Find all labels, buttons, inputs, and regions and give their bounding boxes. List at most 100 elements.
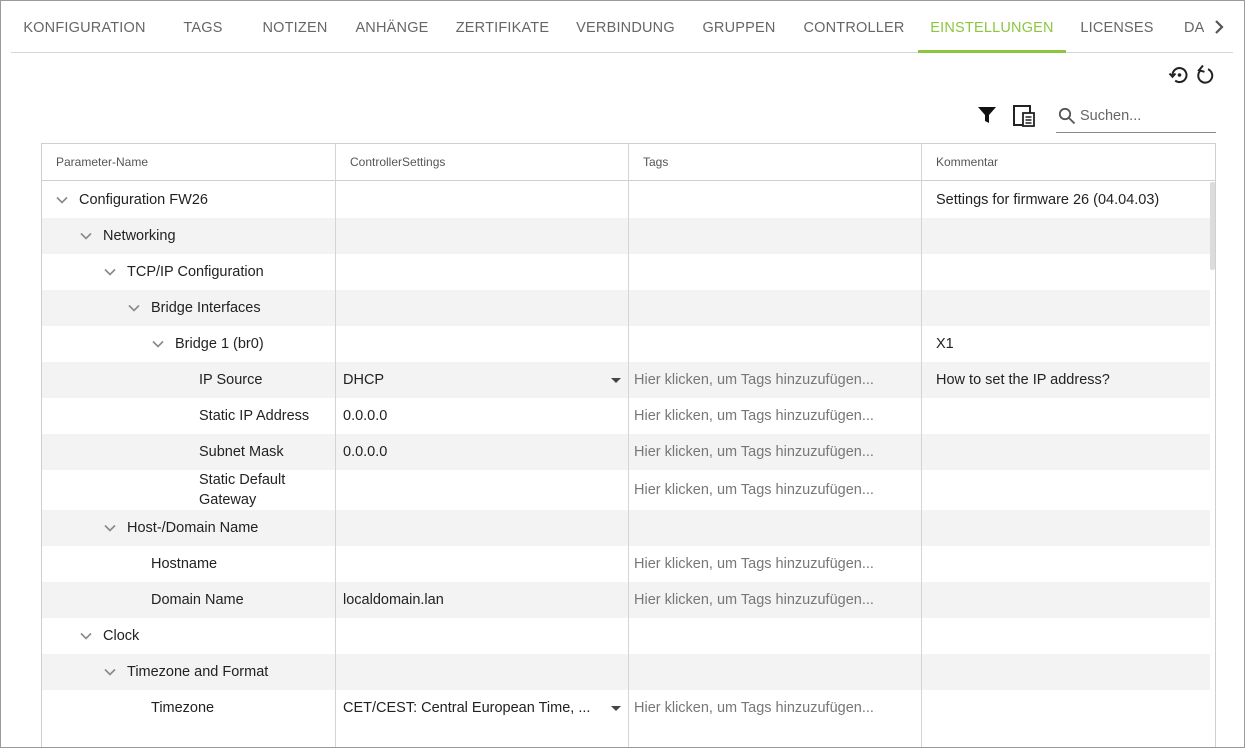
tab-notizen[interactable]: NOTIZEN <box>248 1 342 53</box>
tab-zertifikate[interactable]: ZERTIFIKATE <box>442 1 563 53</box>
tab-da[interactable]: DA <box>1168 1 1204 53</box>
settings-panel: KONFIGURATION TAGS NOTIZEN ANHÄNGE ZERTI… <box>0 0 1245 748</box>
tab-verbindung[interactable]: VERBINDUNG <box>563 1 688 53</box>
add-tags-placeholder[interactable]: Hier klicken, um Tags hinzuzufügen... <box>634 592 874 608</box>
tab-controller[interactable]: CONTROLLER <box>790 1 918 53</box>
comment-cell[interactable] <box>922 290 1210 326</box>
tab-anhaenge[interactable]: ANHÄNGE <box>342 1 442 53</box>
table-row[interactable]: Bridge 1 (br0) X1 <box>42 326 1210 362</box>
table-row[interactable]: Bridge Interfaces <box>42 290 1210 326</box>
table-row[interactable]: Host-/Domain Name <box>42 510 1210 546</box>
parameter-name-cell: IP Source <box>42 362 336 398</box>
expand-chevron-icon[interactable] <box>103 667 117 677</box>
controller-settings-cell[interactable]: 0.0.0.0 <box>336 398 629 434</box>
comment-cell[interactable] <box>922 398 1210 434</box>
dropdown-arrow-icon[interactable] <box>609 375 623 385</box>
comment-cell[interactable] <box>922 434 1210 470</box>
expand-chevron-icon[interactable] <box>79 231 93 241</box>
parameter-name: Static Default Gateway <box>199 472 286 508</box>
tab-licenses[interactable]: LICENSES <box>1066 1 1168 53</box>
table-row[interactable]: TCP/IP Configuration <box>42 254 1210 290</box>
comment-cell[interactable] <box>922 254 1210 290</box>
table-row[interactable]: Timezone and Format <box>42 654 1210 690</box>
comment-cell[interactable] <box>922 654 1210 690</box>
expand-chevron-icon[interactable] <box>127 303 141 313</box>
tags-cell[interactable]: Hier klicken, um Tags hinzuzufügen... <box>629 398 922 434</box>
reset-button[interactable] <box>1193 63 1215 87</box>
table-row[interactable]: Timezone CET/CEST: Central European Time,… <box>42 690 1210 726</box>
comment-cell[interactable]: X1 <box>922 326 1210 362</box>
table-row[interactable]: Subnet Mask 0.0.0.0 Hier klicken, um Tags … <box>42 434 1210 470</box>
parameter-name-cell: Hostname <box>42 546 336 582</box>
controller-settings-cell[interactable] <box>336 470 629 510</box>
tags-cell[interactable]: Hier klicken, um Tags hinzuzufügen... <box>629 690 922 726</box>
comment-cell[interactable] <box>922 470 1210 510</box>
table-row[interactable]: Clock <box>42 618 1210 654</box>
table-row[interactable]: IP Source DHCP Hier klicken, um Tags hinzu… <box>42 362 1210 398</box>
table-row[interactable]: Networking <box>42 218 1210 254</box>
parameter-name-cell: Bridge 1 (br0) <box>42 326 336 362</box>
expand-chevron-icon[interactable] <box>55 195 69 205</box>
parameter-name-cell: Configuration FW26 <box>42 182 336 218</box>
column-header-kommentar[interactable]: Kommentar <box>922 144 1210 181</box>
comment-cell[interactable] <box>922 582 1210 618</box>
tags-cell[interactable]: Hier klicken, um Tags hinzuzufügen... <box>629 434 922 470</box>
comment-cell[interactable]: How to set the IP address? <box>922 362 1210 398</box>
controller-settings-cell[interactable]: localdomain.lan <box>336 582 629 618</box>
parameter-name-cell: Clock <box>42 618 336 654</box>
controller-settings-cell[interactable]: DHCP <box>336 362 629 398</box>
table-row[interactable]: Static Default Gateway Hier klicken, um T… <box>42 470 1210 510</box>
expand-chevron-icon[interactable] <box>151 339 165 349</box>
tab-einstellungen[interactable]: EINSTELLUNGEN <box>918 1 1066 53</box>
column-header-controller-settings[interactable]: ControllerSettings <box>336 144 629 181</box>
table-row[interactable]: Domain Name localdomain.lan Hier klicken, … <box>42 582 1210 618</box>
comment-cell[interactable] <box>922 510 1210 546</box>
restore-history-button[interactable] <box>1167 63 1191 87</box>
table-row[interactable]: Static IP Address 0.0.0.0 Hier klicken, um… <box>42 398 1210 434</box>
tags-cell[interactable]: Hier klicken, um Tags hinzuzufügen... <box>629 582 922 618</box>
expand-chevron-icon[interactable] <box>103 523 117 533</box>
tab-tags[interactable]: TAGS <box>158 1 248 53</box>
controller-settings-cell[interactable] <box>336 546 629 582</box>
dropdown-arrow-icon[interactable] <box>609 703 623 713</box>
add-tags-placeholder[interactable]: Hier klicken, um Tags hinzuzufügen... <box>634 700 874 716</box>
tab-gruppen[interactable]: GRUPPEN <box>688 1 790 53</box>
column-chooser-button[interactable] <box>1012 104 1036 128</box>
expand-chevron-icon[interactable] <box>103 267 117 277</box>
table-row[interactable]: Hostname Hier klicken, um Tags hinzuzufüg… <box>42 546 1210 582</box>
comment-cell[interactable] <box>922 690 1210 726</box>
parameter-name: Networking <box>103 228 176 244</box>
tags-cell[interactable]: Hier klicken, um Tags hinzuzufügen... <box>629 546 922 582</box>
tags-cell <box>629 654 922 690</box>
parameter-name: TCP/IP Configuration <box>127 264 264 280</box>
add-tags-placeholder[interactable]: Hier klicken, um Tags hinzuzufügen... <box>634 556 874 572</box>
controller-settings-cell <box>336 254 629 290</box>
search-input[interactable] <box>1080 105 1214 127</box>
parameter-name-cell: Subnet Mask <box>42 434 336 470</box>
vertical-scrollbar-thumb[interactable] <box>1210 182 1215 270</box>
controller-settings-cell[interactable]: CET/CEST: Central European Time, ... <box>336 690 629 726</box>
comment-cell[interactable] <box>922 218 1210 254</box>
tags-cell <box>629 618 922 654</box>
add-tags-placeholder[interactable]: Hier klicken, um Tags hinzuzufügen... <box>634 444 874 460</box>
table-row[interactable]: Configuration FW26 Settings for firmware … <box>42 182 1210 218</box>
column-header-parameter-name[interactable]: Parameter-Name <box>42 144 336 181</box>
search-field[interactable] <box>1056 101 1216 133</box>
parameter-name: Domain Name <box>151 592 244 608</box>
setting-value: CET/CEST: Central European Time, ... <box>343 700 591 716</box>
tags-cell[interactable]: Hier klicken, um Tags hinzuzufügen... <box>629 470 922 510</box>
comment-cell[interactable] <box>922 618 1210 654</box>
tabs-scroll-right-button[interactable] <box>1209 15 1229 39</box>
add-tags-placeholder[interactable]: Hier klicken, um Tags hinzuzufügen... <box>634 408 874 424</box>
controller-settings-cell[interactable]: 0.0.0.0 <box>336 434 629 470</box>
column-header-tags[interactable]: Tags <box>629 144 922 181</box>
comment-cell[interactable] <box>922 546 1210 582</box>
expand-chevron-icon[interactable] <box>79 631 93 641</box>
add-tags-placeholder[interactable]: Hier klicken, um Tags hinzuzufügen... <box>634 372 874 388</box>
comment-cell[interactable]: Settings for firmware 26 (04.04.03) <box>922 182 1210 218</box>
tags-cell <box>629 290 922 326</box>
filter-button[interactable] <box>977 105 997 125</box>
add-tags-placeholder[interactable]: Hier klicken, um Tags hinzuzufügen... <box>634 482 874 498</box>
tab-konfiguration[interactable]: KONFIGURATION <box>11 1 158 53</box>
tags-cell[interactable]: Hier klicken, um Tags hinzuzufügen... <box>629 362 922 398</box>
